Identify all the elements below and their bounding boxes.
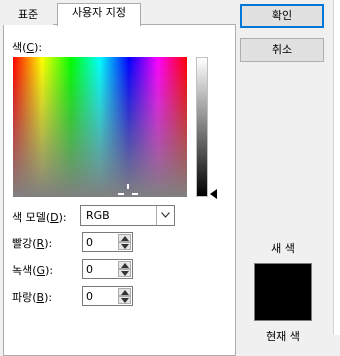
red-label: 빨강(R): bbox=[12, 237, 53, 250]
new-color-label: 새 색 bbox=[271, 242, 295, 255]
green-value[interactable]: 0 bbox=[86, 263, 93, 276]
red-spinner[interactable]: 0 bbox=[82, 232, 133, 252]
ok-button[interactable]: 확인 bbox=[240, 4, 324, 28]
blue-label: 파랑(B): bbox=[12, 291, 53, 304]
green-spinner[interactable]: 0 bbox=[82, 259, 133, 279]
luminance-slider[interactable] bbox=[196, 57, 208, 197]
window-edge bbox=[333, 0, 340, 335]
tab-custom[interactable]: 사용자 지정 bbox=[57, 3, 141, 26]
blue-up-arrow-icon[interactable] bbox=[118, 288, 131, 296]
red-up-arrow-icon[interactable] bbox=[118, 234, 131, 242]
current-color-label: 현재 색 bbox=[266, 330, 300, 343]
color-label: 색(C): bbox=[12, 41, 43, 54]
blue-down-arrow-icon[interactable] bbox=[118, 296, 131, 304]
color-model-value: RGB bbox=[86, 209, 110, 222]
chevron-down-icon[interactable] bbox=[156, 206, 174, 225]
blue-spinner[interactable]: 0 bbox=[82, 286, 133, 306]
red-down-arrow-icon[interactable] bbox=[118, 242, 131, 250]
color-model-label: 색 모델(D): bbox=[12, 211, 67, 224]
luminance-arrow-icon[interactable] bbox=[210, 189, 217, 199]
crosshair-icon bbox=[118, 184, 138, 198]
green-down-arrow-icon[interactable] bbox=[118, 269, 131, 277]
tab-standard[interactable]: 표준 bbox=[3, 5, 53, 25]
cancel-button[interactable]: 취소 bbox=[240, 38, 324, 62]
color-spectrum-picker[interactable] bbox=[13, 57, 187, 197]
new-color-swatch bbox=[254, 263, 312, 321]
green-label: 녹색(G): bbox=[12, 264, 54, 277]
blue-value[interactable]: 0 bbox=[86, 290, 93, 303]
red-value[interactable]: 0 bbox=[86, 236, 93, 249]
green-up-arrow-icon[interactable] bbox=[118, 261, 131, 269]
color-model-select[interactable]: RGB bbox=[80, 205, 175, 226]
